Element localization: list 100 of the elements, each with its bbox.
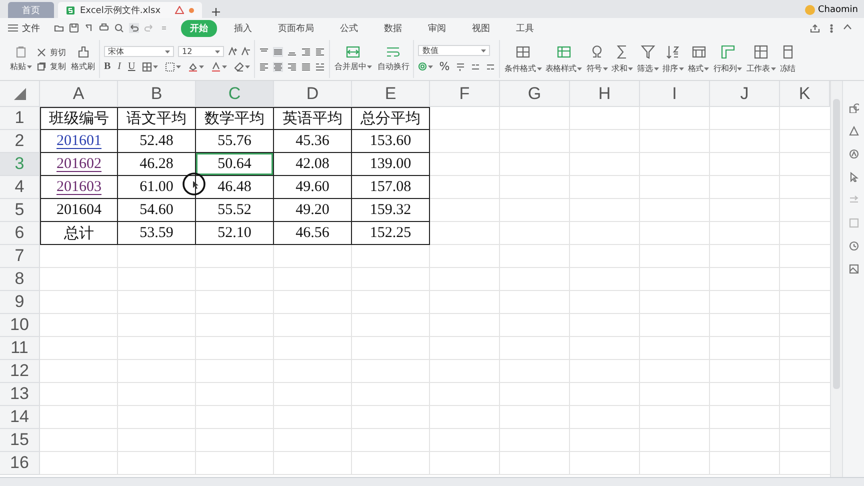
table-cell[interactable] — [430, 199, 500, 222]
table-cell[interactable] — [710, 314, 780, 337]
table-cell[interactable] — [352, 406, 430, 429]
transfer-icon[interactable] — [848, 195, 858, 205]
table-cell[interactable] — [640, 383, 710, 406]
table-cell[interactable]: 总分平均 — [352, 107, 430, 130]
column-header[interactable]: G — [500, 81, 570, 107]
table-cell[interactable] — [640, 314, 710, 337]
table-cell[interactable] — [274, 406, 352, 429]
table-cell[interactable] — [352, 291, 430, 314]
align-left-icon[interactable] — [259, 62, 270, 72]
table-cell[interactable] — [274, 337, 352, 360]
row-header[interactable]: 5 — [0, 199, 40, 222]
table-cell[interactable] — [640, 337, 710, 360]
align-middle-icon[interactable] — [273, 46, 284, 56]
row-header[interactable]: 15 — [0, 429, 40, 452]
table-cell[interactable] — [570, 130, 640, 153]
format-button[interactable]: 格式 — [686, 44, 710, 74]
row-header[interactable]: 13 — [0, 383, 40, 406]
table-cell[interactable] — [710, 176, 780, 199]
ribbon-tab[interactable]: 视图 — [463, 20, 499, 36]
table-cell[interactable] — [196, 314, 274, 337]
column-header[interactable]: K — [780, 81, 830, 107]
undo-icon[interactable] — [129, 23, 139, 33]
table-cell[interactable]: 46.56 — [274, 222, 352, 245]
font-shrink-icon[interactable] — [241, 47, 250, 56]
table-cell[interactable] — [40, 291, 118, 314]
share-icon[interactable] — [810, 24, 820, 32]
table-cell[interactable] — [274, 360, 352, 383]
table-cell[interactable]: 53.59 — [118, 222, 196, 245]
table-cell[interactable] — [196, 337, 274, 360]
font-size-field[interactable]: 12 — [178, 46, 224, 57]
ribbon-tab[interactable]: 工具 — [507, 20, 543, 36]
table-cell[interactable] — [570, 176, 640, 199]
row-header[interactable]: 1 — [0, 107, 40, 130]
table-cell[interactable] — [40, 337, 118, 360]
sigma-button[interactable]: 求和 — [610, 44, 634, 74]
new-tab-button[interactable] — [212, 8, 220, 16]
percent-button[interactable]: % — [439, 60, 450, 73]
column-header[interactable]: E — [352, 81, 430, 107]
font-name-field[interactable]: 宋体 — [104, 46, 174, 57]
table-cell[interactable] — [640, 176, 710, 199]
justify-icon[interactable] — [301, 62, 312, 72]
table-cell[interactable] — [430, 268, 500, 291]
table-cell[interactable] — [570, 107, 640, 130]
table-cell[interactable] — [430, 314, 500, 337]
table-cell[interactable]: 159.32 — [352, 199, 430, 222]
table-cell[interactable] — [500, 199, 570, 222]
table-cell[interactable]: 54.60 — [118, 199, 196, 222]
table-cell[interactable] — [118, 314, 196, 337]
table-cell[interactable] — [570, 222, 640, 245]
font-grow-icon[interactable] — [228, 47, 237, 56]
spreadsheet-file-icon[interactable] — [66, 6, 75, 14]
ribbon-tab[interactable]: 公式 — [331, 20, 367, 36]
merge-center-button[interactable]: 合并居中 — [334, 46, 372, 72]
table-cell[interactable] — [352, 245, 430, 268]
row-header[interactable]: 12 — [0, 360, 40, 383]
format-icon[interactable] — [690, 44, 707, 60]
table-cell[interactable] — [430, 429, 500, 452]
table-cell[interactable] — [352, 314, 430, 337]
redo-icon[interactable] — [144, 23, 154, 33]
document-tab[interactable]: Excel示例文件.xlsx — [58, 2, 202, 18]
table-cell[interactable] — [500, 406, 570, 429]
table-cell[interactable] — [640, 360, 710, 383]
table-cell[interactable] — [196, 268, 274, 291]
table-cell[interactable]: 数学平均 — [196, 107, 274, 130]
filter-button[interactable]: 筛选 — [636, 44, 660, 74]
table-cell[interactable] — [430, 406, 500, 429]
table-cell[interactable] — [500, 360, 570, 383]
table-cell[interactable]: 157.08 — [352, 176, 430, 199]
table-cell[interactable] — [500, 452, 570, 475]
paste-icon[interactable] — [15, 46, 27, 58]
table-cell[interactable] — [196, 245, 274, 268]
table-cell[interactable] — [570, 337, 640, 360]
table-cell[interactable]: 英语平均 — [274, 107, 352, 130]
table-cell[interactable]: 42.08 — [274, 153, 352, 176]
table-cell[interactable] — [430, 452, 500, 475]
more-icon[interactable] — [830, 24, 833, 32]
rows-columns-icon[interactable] — [720, 44, 736, 60]
table-cell[interactable] — [710, 245, 780, 268]
table-cell[interactable]: 语文平均 — [118, 107, 196, 130]
table-cell[interactable]: 201602 — [40, 153, 118, 176]
table-cell[interactable] — [500, 130, 570, 153]
table-cell[interactable] — [710, 429, 780, 452]
table-cell[interactable] — [430, 337, 500, 360]
table-cell[interactable]: 52.10 — [196, 222, 274, 245]
table-cell[interactable] — [118, 245, 196, 268]
table-cell[interactable]: 班级编号 — [40, 107, 118, 130]
shapes-icon[interactable] — [848, 103, 858, 113]
table-cell[interactable]: 45.36 — [274, 130, 352, 153]
note-icon[interactable] — [848, 218, 858, 228]
rows-columns-button[interactable]: 行和列 — [712, 44, 744, 74]
table-cell[interactable]: 55.52 — [196, 199, 274, 222]
table-cell[interactable] — [274, 383, 352, 406]
filter-icon[interactable] — [640, 44, 656, 60]
table-cell[interactable] — [500, 153, 570, 176]
vertical-scrollbar[interactable] — [830, 81, 842, 477]
cut-button[interactable]: 剪切 — [37, 46, 66, 58]
table-cell[interactable] — [710, 153, 780, 176]
conditional-format-icon[interactable] — [515, 44, 532, 60]
